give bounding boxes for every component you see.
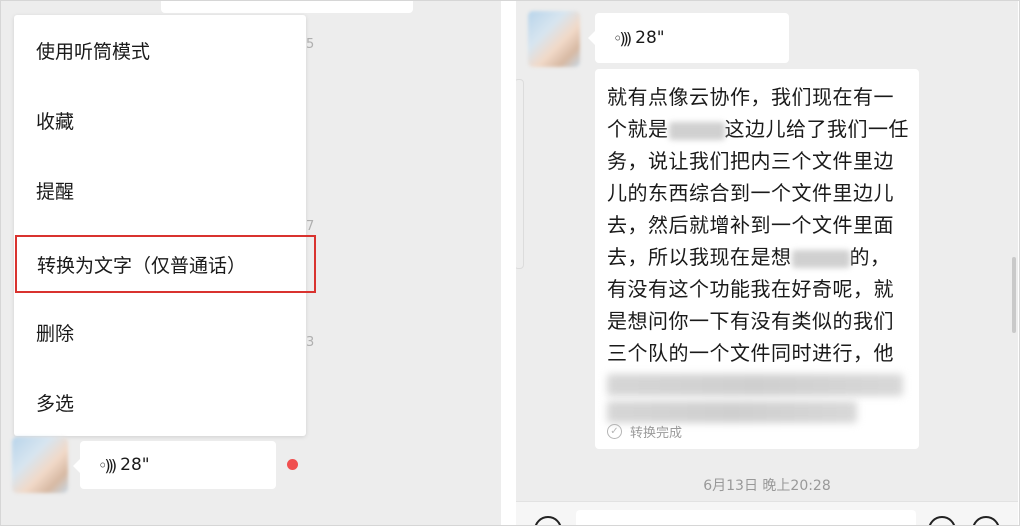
voice-wave-icon: ◦)))	[613, 28, 632, 48]
scrollbar-thumb[interactable]	[1012, 257, 1016, 333]
redacted-word	[791, 249, 850, 268]
transcription-prefix: 个就是	[607, 117, 669, 141]
menu-item-multi-select[interactable]: 多选	[14, 367, 306, 437]
voice-wave-icon: ◦)))	[98, 455, 117, 475]
left-chat-panel: 5 7 3 使用听筒模式 收藏 提醒 转换为文字（仅普通话） 删除 多选 ◦))…	[1, 1, 501, 525]
message-timestamp: 6月13日 晚上20:28	[703, 478, 831, 494]
check-circle-icon: ✓	[607, 424, 622, 439]
edge-digit: 7	[306, 219, 315, 234]
avatar[interactable]	[12, 437, 68, 493]
transcription-line: 去，然后就增补到一个文件里面	[607, 213, 894, 237]
message-context-menu: 使用听筒模式 收藏 提醒 转换为文字（仅普通话） 删除 多选	[14, 15, 316, 437]
menu-item-favorite[interactable]: 收藏	[14, 85, 306, 155]
input-toolbar	[516, 501, 1018, 525]
transcription-line: 务，说让我们把内三个文件里边	[607, 149, 894, 173]
redacted-line	[607, 401, 857, 423]
redacted-line	[607, 374, 903, 396]
voice-duration: 28"	[120, 455, 150, 475]
transcription-line: 是想问你一下有没有类似的我们	[607, 309, 894, 333]
voice-duration: 28"	[635, 28, 665, 48]
menu-item-convert-to-text[interactable]: 转换为文字（仅普通话）	[15, 235, 316, 293]
avatar[interactable]	[528, 11, 580, 67]
previous-bubble-edge	[161, 1, 413, 13]
right-chat-panel: ◦))) 28" 就有点像云协作，我们现在有一 个就是 这边儿给了我们一任 务，说…	[516, 1, 1018, 525]
transcription-suffix: 的，	[849, 245, 891, 269]
transcription-line: 有没有这个功能我在好奇呢，就	[607, 277, 894, 301]
menu-item-delete[interactable]: 删除	[14, 297, 306, 367]
transcription-line-text: 这边儿给了我们一任	[724, 117, 909, 141]
voice-message-bubble[interactable]: ◦))) 28"	[588, 13, 789, 63]
edge-digit: 5	[306, 37, 315, 52]
transcription-line: 就有点像云协作，我们现在有一	[607, 85, 894, 109]
transcription-bubble[interactable]: 就有点像云协作，我们现在有一 个就是 这边儿给了我们一任 务，说让我们把内三个文件…	[595, 69, 919, 449]
voice-message-bubble[interactable]: ◦))) 28"	[73, 441, 276, 489]
transcription-line: 个就是 这边儿给了我们一任	[607, 113, 909, 145]
transcription-line: 去，所以我现在是想 的，	[607, 241, 909, 273]
menu-item-earpiece-mode[interactable]: 使用听筒模式	[14, 15, 306, 85]
more-button[interactable]	[972, 516, 1000, 525]
transcription-text: 就有点像云协作，我们现在有一 个就是 这边儿给了我们一任 务，说让我们把内三个文件…	[607, 81, 909, 428]
transcription-line: 三个队的一个文件同时进行，他	[607, 341, 894, 365]
transcription-line-text: 去，所以我现在是想	[607, 245, 792, 269]
edge-digit: 3	[306, 335, 315, 350]
conversion-status: ✓ 转换完成	[607, 422, 682, 441]
redacted-name	[668, 121, 725, 140]
conversion-status-text: 转换完成	[630, 426, 683, 441]
menu-item-remind[interactable]: 提醒	[14, 155, 306, 225]
message-input[interactable]	[576, 510, 916, 525]
unread-dot	[287, 459, 298, 470]
left-edge-scrollbar[interactable]	[516, 79, 524, 269]
voice-toggle-button[interactable]	[534, 516, 562, 525]
panel-gap	[501, 1, 516, 525]
emoji-button[interactable]	[928, 516, 956, 525]
transcription-line: 儿的东西综合到一个文件里边儿	[607, 181, 894, 205]
